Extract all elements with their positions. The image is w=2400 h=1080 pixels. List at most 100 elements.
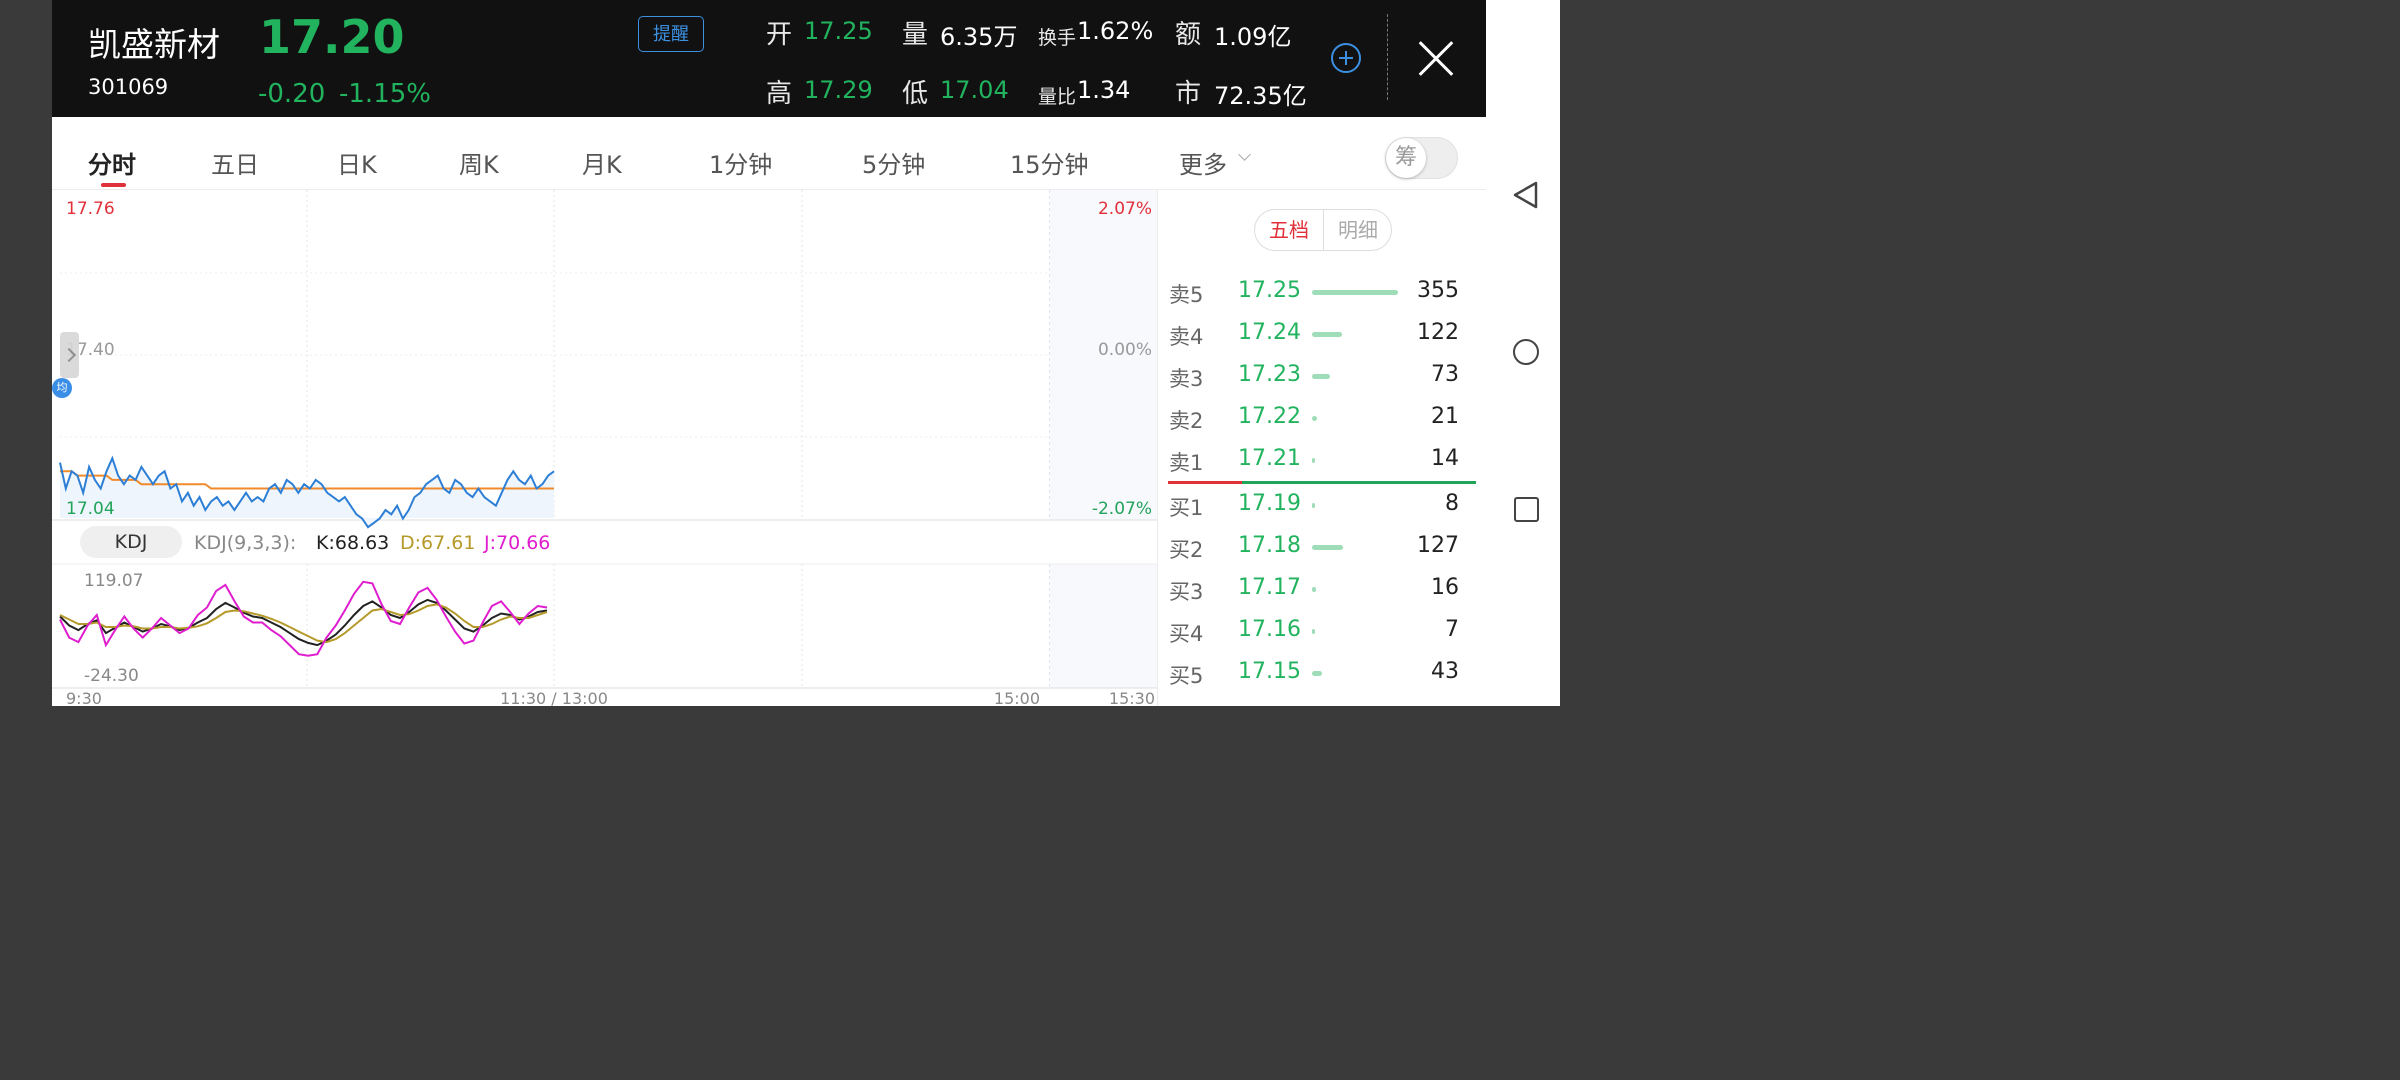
spread-divider-red bbox=[1168, 481, 1242, 484]
bid-level-1[interactable]: 买1 17.19 8 bbox=[1158, 486, 1486, 526]
volume-bar bbox=[1312, 290, 1398, 295]
low-value: 17.04 bbox=[940, 76, 1009, 104]
bid-level-2[interactable]: 买2 17.18 127 bbox=[1158, 528, 1486, 568]
time-label-open: 9:30 bbox=[66, 689, 102, 706]
active-tab-indicator bbox=[101, 183, 126, 187]
tab-weekly-k[interactable]: 周K bbox=[459, 145, 499, 180]
price-change: -0.20 bbox=[258, 79, 326, 109]
level-price: 17.17 bbox=[1238, 575, 1301, 600]
collapse-handle[interactable] bbox=[60, 332, 79, 378]
level-label: 买4 bbox=[1169, 622, 1204, 646]
after-hours-shade bbox=[1050, 564, 1157, 688]
volume-label: 量 bbox=[902, 20, 929, 50]
level-price: 17.22 bbox=[1238, 404, 1301, 429]
level-label: 卖3 bbox=[1169, 367, 1204, 391]
ask-level-4[interactable]: 卖4 17.24 122 bbox=[1158, 315, 1486, 355]
tab-5min[interactable]: 5分钟 bbox=[862, 145, 925, 180]
tab-15min[interactable]: 15分钟 bbox=[1010, 145, 1089, 180]
low-label: 低 bbox=[902, 79, 929, 109]
level-volume: 73 bbox=[1431, 362, 1459, 387]
tab-five-levels[interactable]: 五档 bbox=[1255, 210, 1324, 250]
home-circle-icon[interactable] bbox=[1513, 339, 1539, 365]
vol-ratio-value: 1.34 bbox=[1077, 76, 1131, 104]
time-label-midday: 11:30 / 13:00 bbox=[500, 689, 608, 706]
bid-level-4[interactable]: 买4 17.16 7 bbox=[1158, 612, 1486, 652]
level-volume: 14 bbox=[1431, 446, 1459, 471]
plus-circle-icon[interactable] bbox=[1331, 43, 1361, 73]
tab-five-day[interactable]: 五日 bbox=[211, 145, 259, 180]
volume-bar bbox=[1312, 629, 1315, 634]
bid-level-5[interactable]: 买5 17.15 43 bbox=[1158, 654, 1486, 694]
price-change-pct: -1.15% bbox=[339, 79, 431, 109]
kdj-k-value: K:68.63 bbox=[316, 532, 390, 554]
kdj-line-d bbox=[59, 603, 548, 644]
volume-bar bbox=[1312, 374, 1330, 379]
level-volume: 355 bbox=[1417, 278, 1459, 303]
ask-level-3[interactable]: 卖3 17.23 73 bbox=[1158, 357, 1486, 397]
level-price: 17.25 bbox=[1238, 278, 1301, 303]
kdj-axis-bottom: -24.30 bbox=[84, 666, 139, 686]
price-axis-bottom: 17.04 bbox=[66, 499, 115, 519]
turnover-label: 换手 bbox=[1038, 27, 1077, 49]
pct-axis-bottom: -2.07% bbox=[1092, 499, 1152, 519]
turnover-value: 1.62% bbox=[1077, 17, 1154, 45]
order-book: 五档 明细 卖5 17.25 355 卖4 17.24 122 卖3 17.23 73 卖2 17.… bbox=[1157, 190, 1486, 706]
level-volume: 8 bbox=[1445, 491, 1459, 516]
open-label: 开 bbox=[766, 20, 793, 50]
amount-value: 1.09亿 bbox=[1214, 23, 1292, 51]
ask-level-1[interactable]: 卖1 17.21 14 bbox=[1158, 441, 1486, 481]
stock-name: 凯盛新材 bbox=[88, 25, 220, 64]
level-volume: 43 bbox=[1431, 659, 1459, 684]
level-price: 17.16 bbox=[1238, 617, 1301, 642]
tab-tick-detail[interactable]: 明细 bbox=[1324, 210, 1391, 250]
level-label: 买2 bbox=[1169, 538, 1204, 562]
chip-distribution-toggle[interactable]: 筹 bbox=[1385, 137, 1458, 179]
level-volume: 127 bbox=[1417, 533, 1459, 558]
tab-intraday[interactable]: 分时 bbox=[88, 145, 136, 180]
open-value: 17.25 bbox=[804, 17, 873, 45]
level-volume: 21 bbox=[1431, 404, 1459, 429]
kdj-j-value: J:70.66 bbox=[484, 532, 551, 554]
tab-daily-k[interactable]: 日K bbox=[337, 145, 377, 180]
level-label: 卖4 bbox=[1169, 325, 1204, 349]
level-price: 17.21 bbox=[1238, 446, 1301, 471]
alert-button[interactable]: 提醒 bbox=[638, 16, 704, 52]
bid-level-3[interactable]: 买3 17.17 16 bbox=[1158, 570, 1486, 610]
volume-bar bbox=[1312, 458, 1316, 463]
volume-bar bbox=[1312, 587, 1316, 592]
tab-more[interactable]: 更多 bbox=[1179, 145, 1227, 180]
quote-header: 凯盛新材 301069 17.20 -0.20 -1.15% 提醒 开 17.2… bbox=[52, 0, 1486, 117]
level-label: 买1 bbox=[1169, 496, 1204, 520]
high-label: 高 bbox=[766, 79, 793, 109]
chip-toggle-knob: 筹 bbox=[1386, 138, 1426, 178]
back-triangle-icon[interactable] bbox=[1511, 180, 1541, 210]
pct-axis-mid: 0.00% bbox=[1098, 340, 1152, 360]
level-label: 卖1 bbox=[1169, 451, 1204, 475]
close-icon[interactable] bbox=[1416, 38, 1456, 78]
high-value: 17.29 bbox=[804, 76, 873, 104]
intraday-chart[interactable]: 17.76 17.40 17.04 2.07% 0.00% -2.07% 119.07 -24… bbox=[52, 190, 1157, 706]
amount-label: 额 bbox=[1175, 20, 1202, 50]
volume-bar bbox=[1312, 671, 1323, 676]
stock-code: 301069 bbox=[88, 75, 169, 99]
level-price: 17.15 bbox=[1238, 659, 1301, 684]
ask-level-5[interactable]: 卖5 17.25 355 bbox=[1158, 273, 1486, 313]
period-tabs: 分时 五日 日K 周K 月K 1分钟 5分钟 15分钟 更多 筹 bbox=[52, 117, 1486, 190]
tab-monthly-k[interactable]: 月K bbox=[582, 145, 622, 180]
stock-detail-screen: 凯盛新材 301069 17.20 -0.20 -1.15% 提醒 开 17.2… bbox=[52, 0, 1486, 706]
vol-ratio-label: 量比 bbox=[1038, 86, 1077, 108]
price-area bbox=[60, 458, 554, 528]
level-price: 17.18 bbox=[1238, 533, 1301, 558]
level-volume: 7 bbox=[1445, 617, 1459, 642]
level-volume: 122 bbox=[1417, 320, 1459, 345]
volume-bar bbox=[1312, 545, 1343, 550]
level-label: 买3 bbox=[1169, 580, 1204, 604]
level-label: 卖2 bbox=[1169, 409, 1204, 433]
ask-level-2[interactable]: 卖2 17.22 21 bbox=[1158, 399, 1486, 439]
last-price: 17.20 bbox=[259, 10, 405, 64]
level-price: 17.23 bbox=[1238, 362, 1301, 387]
recent-square-icon[interactable] bbox=[1514, 497, 1539, 522]
time-label-after: 15:30 bbox=[1109, 689, 1155, 706]
indicator-selector[interactable]: KDJ bbox=[80, 526, 182, 558]
tab-1min[interactable]: 1分钟 bbox=[709, 145, 772, 180]
